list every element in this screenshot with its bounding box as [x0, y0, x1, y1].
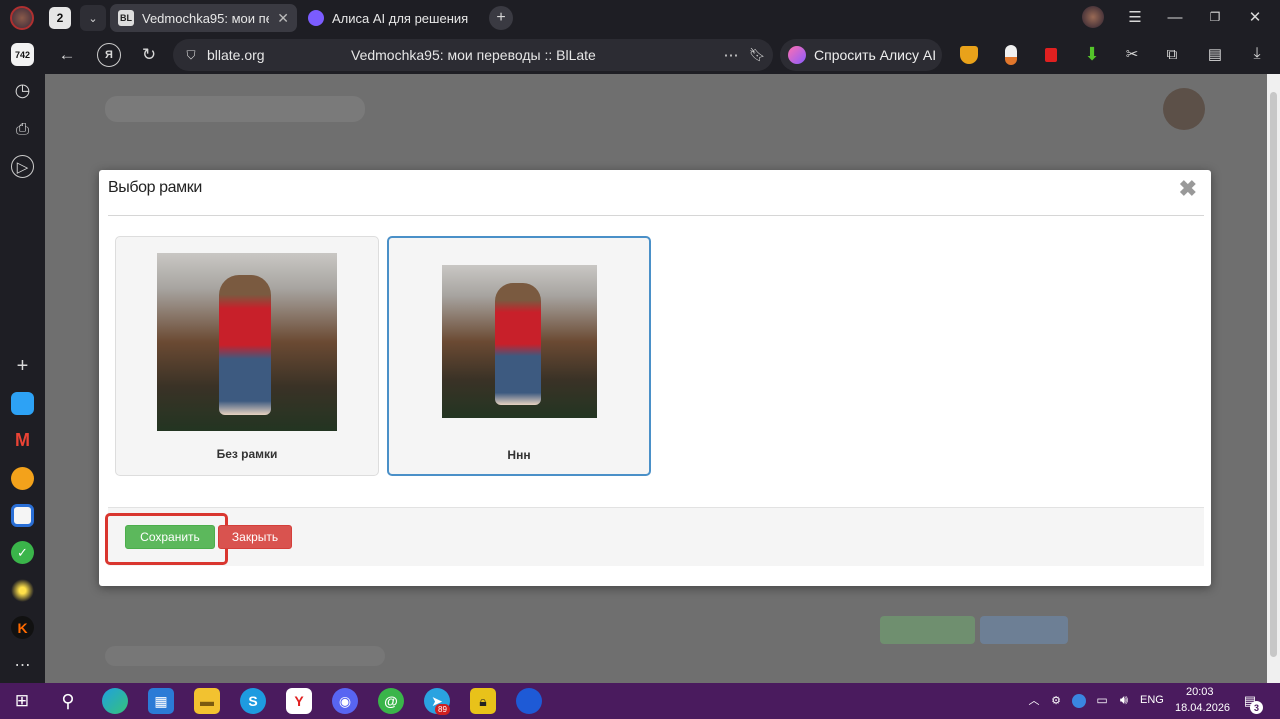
tabs-dropdown-icon[interactable]: ⌄ [80, 5, 106, 31]
collections-icon[interactable]: ▤ [1205, 44, 1225, 64]
frame-preview-image [442, 265, 597, 418]
skype-icon[interactable]: S [240, 688, 266, 714]
profile-avatar[interactable] [10, 6, 34, 30]
menu-icon[interactable]: ☰ [1124, 6, 1146, 28]
frame-option-label: Без рамки [216, 447, 278, 461]
blurred-footer-text [105, 646, 385, 666]
store-icon[interactable]: ▦ [148, 688, 174, 714]
more-icon[interactable]: ⋯ [721, 45, 741, 65]
windows-start-icon[interactable]: ⊞ [12, 691, 32, 711]
tab-active[interactable]: BL Vedmochka95: мои пере ✕ [110, 4, 297, 32]
divider [108, 215, 1204, 216]
frame-option-label: Ннн [507, 448, 531, 462]
browser-sidebar: 742 ◷ ⎙ ▷ + M ✓ K ⋯ [0, 36, 45, 683]
tab-title: Алиса AI для решения ре [332, 10, 472, 26]
dialog-close-icon[interactable]: ✖ [1179, 176, 1197, 202]
frame-select-dialog: Выбор рамки ✖ Без рамки Ннн Сохранить За… [99, 170, 1211, 586]
alice-favicon [308, 10, 324, 26]
tray-app-icon[interactable]: ⚙ [1048, 692, 1064, 708]
dialog-footer: Сохранить Закрыть [105, 507, 1204, 566]
close-icon[interactable]: ✕ [269, 10, 289, 27]
download-arrow-icon[interactable]: ⬇ [1082, 44, 1102, 64]
telegram-badge: 89 [435, 704, 450, 715]
scissors-icon[interactable]: ✂ [1122, 44, 1142, 64]
frame-preview-image [157, 253, 337, 431]
history-icon[interactable]: ◷ [11, 79, 34, 102]
restore-icon[interactable]: ❐ [1204, 6, 1226, 28]
feather-app-icon[interactable] [516, 688, 542, 714]
save-button[interactable]: Сохранить [125, 525, 215, 549]
clock-time[interactable]: 20:03 [1186, 686, 1214, 698]
frame-option-nnn[interactable]: Ннн [387, 236, 651, 476]
email-icon[interactable]: @ [378, 688, 404, 714]
gosuslugi-icon[interactable] [11, 504, 34, 527]
volume-icon[interactable]: 🔊︎ [1116, 692, 1132, 708]
dialog-title: Выбор рамки [108, 179, 202, 196]
address-toolbar: ← Я ↻ ⛉ bllate.org Vedmochka95: мои пере… [45, 36, 1280, 74]
gmail-icon[interactable]: M [11, 429, 34, 452]
close-button[interactable]: Закрыть [218, 525, 292, 549]
mail-icon[interactable] [11, 467, 34, 490]
network-icon[interactable]: ▭ [1094, 692, 1110, 708]
blurred-blue-button [980, 616, 1068, 644]
bookmark-icon[interactable]: 🔖︎ [747, 45, 767, 65]
tab-title: Vedmochka95: мои пере [142, 10, 269, 26]
bllate-favicon: BL [118, 10, 134, 26]
edge-icon[interactable] [102, 688, 128, 714]
windows-taskbar: ⊞ ⚲ ▦ ▬ S Y ◉ @ ➤ 89 🔒︎ ︿ ⚙ ▭ 🔊︎ ENG 20:… [0, 683, 1280, 719]
tab-counter[interactable]: 2 [49, 7, 71, 29]
counter-badge[interactable]: 742 [11, 43, 34, 66]
preview-figure [219, 275, 271, 415]
new-tab-icon[interactable]: + [489, 6, 513, 30]
burst-icon[interactable] [11, 579, 34, 602]
discord-icon[interactable]: ◉ [332, 688, 358, 714]
extension-toggle-icon[interactable] [1005, 45, 1017, 65]
close-window-icon[interactable]: ✕ [1244, 6, 1266, 28]
url-field[interactable]: ⛉ bllate.org Vedmochka95: мои переводы :… [173, 39, 773, 71]
blurred-green-button [880, 616, 975, 644]
yandex-icon[interactable]: Я [97, 43, 121, 67]
notification-count-badge: 3 [1250, 701, 1263, 714]
scrollbar-thumb[interactable] [1270, 92, 1277, 657]
frame-option-none[interactable]: Без рамки [115, 236, 379, 476]
downloads-icon[interactable]: ⤓ [1247, 44, 1267, 64]
kinopoisk-icon[interactable]: K [11, 616, 34, 639]
language-indicator[interactable]: ENG [1140, 694, 1164, 706]
ask-alice-button[interactable]: Спросить Алису AI [780, 39, 942, 71]
minimize-icon[interactable]: — [1164, 6, 1186, 28]
reload-icon[interactable]: ↻ [137, 43, 161, 67]
play-icon[interactable]: ▷ [11, 155, 34, 178]
blurred-avatar [1163, 88, 1205, 130]
extensions-icon[interactable]: ⧉ [1162, 44, 1182, 64]
back-icon[interactable]: ← [55, 43, 79, 67]
explorer-icon[interactable]: ▬ [194, 688, 220, 714]
account-avatar[interactable] [1082, 6, 1104, 28]
url-page-title: Vedmochka95: мои переводы :: BlLate [351, 47, 596, 63]
blurred-header [105, 96, 365, 122]
shield-icon[interactable]: ⛉ [183, 47, 199, 63]
lock-app-icon[interactable]: 🔒︎ [470, 688, 496, 714]
messenger-icon[interactable] [11, 392, 34, 415]
page-scrollbar[interactable] [1267, 74, 1280, 683]
more-apps-icon[interactable]: ⋯ [11, 653, 34, 676]
alice-icon [788, 46, 806, 64]
url-domain: bllate.org [207, 47, 265, 63]
tab-alice[interactable]: Алиса AI для решения ре [300, 4, 484, 32]
search-icon[interactable]: ⚲ [56, 689, 80, 713]
tray-chevron-icon[interactable]: ︿ [1026, 692, 1042, 708]
extension-red-icon[interactable] [1045, 48, 1057, 62]
tab-bar: 2 ⌄ BL Vedmochka95: мои пере ✕ Алиса AI … [0, 0, 1280, 36]
add-icon[interactable]: + [11, 355, 34, 378]
preview-figure [495, 283, 541, 405]
clock-date[interactable]: 18.04.2026 [1175, 702, 1230, 714]
extension-shield-icon[interactable] [960, 46, 978, 64]
tray-cloud-icon[interactable] [1072, 694, 1086, 708]
ask-alice-label: Спросить Алису AI [814, 47, 937, 63]
yandex-browser-icon[interactable]: Y [286, 688, 312, 714]
screenshot-icon[interactable]: ⎙ [11, 118, 34, 141]
checkmark-icon[interactable]: ✓ [11, 541, 34, 564]
